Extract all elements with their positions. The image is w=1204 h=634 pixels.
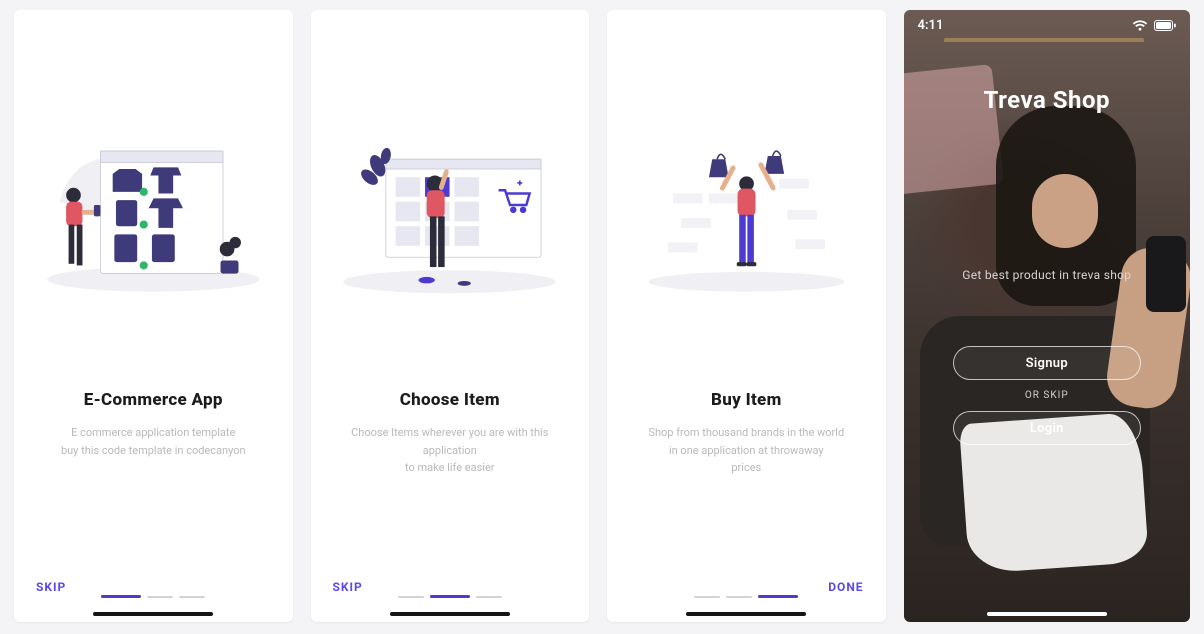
or-skip-label: OR SKIP <box>1025 390 1069 401</box>
onboarding-footer: SKIP <box>14 570 293 604</box>
onboarding-description: Choose Items wherever you are with this … <box>311 410 590 477</box>
home-indicator[interactable] <box>686 612 806 616</box>
photo-person-face <box>1032 174 1098 248</box>
battery-icon <box>1154 20 1176 31</box>
onboarding-description: E commerce application template buy this… <box>31 410 276 459</box>
onboarding-title: Choose Item <box>400 390 500 410</box>
home-indicator[interactable] <box>987 612 1107 616</box>
home-indicator[interactable] <box>93 612 213 616</box>
onboarding-card-1: E-Commerce App E commerce application te… <box>14 10 293 622</box>
onboarding-illustration-1 <box>14 10 293 320</box>
status-bar: 4:11 <box>904 18 1190 33</box>
auth-buttons: Signup OR SKIP Login <box>904 346 1190 445</box>
onboarding-illustration-2 <box>311 10 590 320</box>
home-indicator[interactable] <box>390 612 510 616</box>
skip-button[interactable]: SKIP <box>36 580 66 594</box>
onboarding-title: E-Commerce App <box>84 390 223 410</box>
buy-item-illustration <box>624 120 869 300</box>
skip-button[interactable]: SKIP <box>333 580 363 594</box>
signup-button[interactable]: Signup <box>953 346 1141 380</box>
done-button[interactable]: DONE <box>828 580 863 594</box>
onboarding-illustration-3 <box>607 10 886 320</box>
shopping-catalog-illustration <box>31 120 276 300</box>
onboarding-card-3: Buy Item Shop from thousand brands in th… <box>607 10 886 622</box>
auth-card: 4:11 Treva Shop Get best product in trev… <box>904 10 1190 622</box>
brand-title: Treva Shop <box>904 86 1190 114</box>
onboarding-title: Buy Item <box>711 390 782 410</box>
screens-row: E-Commerce App E commerce application te… <box>14 10 1190 622</box>
login-button[interactable]: Login <box>953 411 1141 445</box>
status-time: 4:11 <box>918 18 944 33</box>
choose-item-illustration <box>327 120 572 300</box>
onboarding-footer: DONE <box>607 570 886 604</box>
onboarding-footer: SKIP <box>311 570 590 604</box>
onboarding-description: Shop from thousand brands in the world i… <box>618 410 874 477</box>
photo-hanger-deco <box>944 38 1144 60</box>
wifi-icon <box>1132 20 1148 31</box>
brand-tagline: Get best product in treva shop <box>904 268 1190 282</box>
photo-tshirt-deco <box>904 64 1004 196</box>
onboarding-card-2: Choose Item Choose Items wherever you ar… <box>311 10 590 622</box>
